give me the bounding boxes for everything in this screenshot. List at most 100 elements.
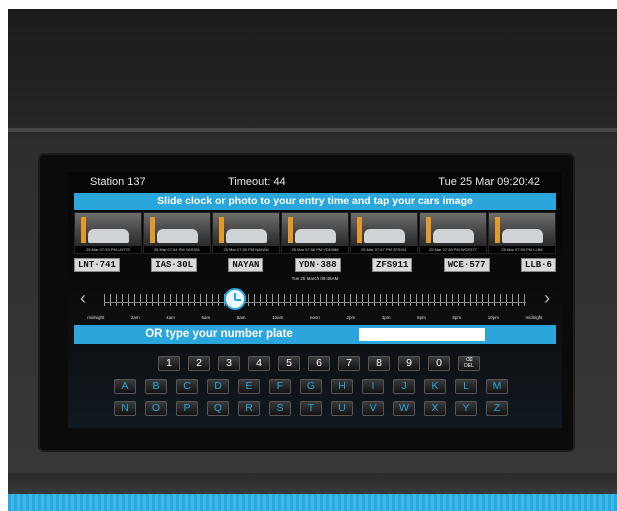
plate-thumbnail[interactable]: NAYAN — [228, 258, 264, 272]
station-label: Station 137 — [90, 176, 146, 188]
key-g[interactable]: G — [300, 379, 322, 394]
car-photo[interactable]: 25 Mar 07:54 PM YAS30L — [143, 212, 211, 254]
plate-thumbnail[interactable]: ZFS911 — [371, 258, 413, 272]
key-a[interactable]: A — [114, 379, 136, 394]
barrier-pole — [288, 217, 293, 243]
key-i[interactable]: I — [362, 379, 384, 394]
car-photo[interactable]: 25 Mar 07:57 PM ZFS911 — [350, 212, 418, 254]
photo-caption: 25 Mar 07:56 PM YDN388 — [282, 246, 348, 253]
key-d[interactable]: D — [207, 379, 229, 394]
hour-label: 6am — [201, 315, 211, 320]
plate-strip[interactable]: LNT·741 IAS·30L NAYAN YDN·388 ZFS911 WCE·577 L… — [74, 258, 556, 272]
car-shape — [88, 229, 130, 243]
kiosk-shelf — [8, 128, 617, 132]
key-6[interactable]: 6 — [308, 356, 330, 371]
time-slider[interactable]: ‹ › midnight 2am 4am 6am 8am 10am noon 2pm 4pm 6p… — [74, 282, 556, 322]
plate-entry-label: OR type your number plate — [145, 328, 293, 340]
timeline-axis — [104, 302, 526, 303]
car-shape — [364, 229, 406, 243]
hour-label: noon — [309, 315, 320, 320]
hour-label: 10pm — [487, 315, 499, 320]
plate-thumbnail[interactable]: LNT·741 — [74, 258, 120, 272]
hour-label: midnight — [87, 315, 105, 320]
barrier-pole — [357, 217, 362, 243]
key-0[interactable]: 0 — [428, 356, 450, 371]
kiosk-base — [8, 473, 617, 494]
kiosk-screen: Station 137 Timeout: 44 Tue 25 Mar 09:20… — [68, 172, 562, 428]
car-photo[interactable]: 25 Mar 07:53 PM LNT70 — [74, 212, 142, 254]
clock-icon[interactable] — [223, 288, 246, 310]
hour-label: 6pm — [417, 315, 426, 320]
key-9[interactable]: 9 — [398, 356, 420, 371]
chevron-right-icon[interactable]: › — [544, 288, 550, 309]
car-photo[interactable]: 25 Mar 07:55 PM NAYAN — [212, 212, 280, 254]
hour-label: 8pm — [452, 315, 462, 320]
key-v[interactable]: V — [362, 401, 384, 416]
hour-label: 4am — [166, 315, 175, 320]
hour-label: 8am — [236, 315, 246, 320]
photo-caption: 25 Mar 07:59 PM LLB6 — [489, 246, 555, 253]
plate-entry-bar: OR type your number plate — [74, 325, 556, 344]
key-1[interactable]: 1 — [158, 356, 180, 371]
key-2[interactable]: 2 — [188, 356, 210, 371]
plate-input[interactable] — [359, 328, 485, 341]
car-photo[interactable]: 25 Mar 07:59 PM LLB6 — [488, 212, 556, 254]
photo-caption: 25 Mar 07:55 PM NAYAN — [213, 246, 279, 253]
key-q[interactable]: Q — [207, 401, 229, 416]
plate-thumbnail[interactable]: WCE·577 — [443, 258, 490, 272]
key-p[interactable]: P — [176, 401, 198, 416]
key-w[interactable]: W — [393, 401, 415, 416]
car-photo[interactable]: 25 Mar 07:58 PM WCE577 — [419, 212, 487, 254]
car-shape — [157, 229, 199, 243]
key-j[interactable]: J — [393, 379, 415, 394]
instruction-banner: Slide clock or photo to your entry time … — [74, 193, 556, 210]
photo-caption: 25 Mar 07:54 PM YAS30L — [144, 246, 210, 253]
key-4[interactable]: 4 — [248, 356, 270, 371]
timeline-ticks — [104, 294, 526, 306]
delete-key[interactable]: ⌫ DEL — [458, 356, 480, 371]
chevron-left-icon[interactable]: ‹ — [80, 288, 86, 309]
key-z[interactable]: Z — [486, 401, 508, 416]
key-m[interactable]: M — [486, 379, 508, 394]
key-n[interactable]: N — [114, 401, 136, 416]
key-s[interactable]: S — [269, 401, 291, 416]
plate-thumbnail[interactable]: LLB·6 — [520, 258, 556, 272]
key-k[interactable]: K — [424, 379, 446, 394]
key-8[interactable]: 8 — [368, 356, 390, 371]
key-f[interactable]: F — [269, 379, 291, 394]
photo-caption: 25 Mar 07:53 PM LNT70 — [75, 246, 141, 253]
photo-caption: 25 Mar 07:58 PM WCE577 — [420, 246, 486, 253]
key-o[interactable]: O — [145, 401, 167, 416]
key-3[interactable]: 3 — [218, 356, 240, 371]
key-e[interactable]: E — [238, 379, 260, 394]
key-r[interactable]: R — [238, 401, 260, 416]
car-shape — [295, 229, 337, 243]
key-c[interactable]: C — [176, 379, 198, 394]
barrier-pole — [219, 217, 224, 243]
plate-thumbnail[interactable]: IAS·30L — [151, 258, 197, 272]
car-photo[interactable]: 25 Mar 07:56 PM YDN388 — [281, 212, 349, 254]
key-7[interactable]: 7 — [338, 356, 360, 371]
barrier-pole — [426, 217, 431, 243]
car-shape — [433, 229, 475, 243]
datetime-label: Tue 25 Mar 09:20:42 — [438, 176, 540, 188]
car-shape — [502, 229, 544, 243]
key-l[interactable]: L — [455, 379, 477, 394]
delete-key-label: DEL — [464, 363, 474, 369]
key-t[interactable]: T — [300, 401, 322, 416]
key-y[interactable]: Y — [455, 401, 477, 416]
hour-label: 4pm — [381, 315, 391, 320]
key-h[interactable]: H — [331, 379, 353, 394]
barrier-pole — [81, 217, 86, 243]
key-5[interactable]: 5 — [278, 356, 300, 371]
key-u[interactable]: U — [331, 401, 353, 416]
key-b[interactable]: B — [145, 379, 167, 394]
key-x[interactable]: X — [424, 401, 446, 416]
plate-thumbnail[interactable]: YDN·388 — [294, 258, 341, 272]
photo-caption: 25 Mar 07:57 PM ZFS911 — [351, 246, 417, 253]
barrier-pole — [495, 217, 500, 243]
timeline-date: Tue 25 March 09:46AM — [291, 276, 339, 281]
photo-strip[interactable]: 25 Mar 07:53 PM LNT70 25 Mar 07:54 PM YAS… — [74, 212, 556, 254]
hour-label: 2pm — [346, 315, 356, 320]
timeline-hour-labels: midnight 2am 4am 6am 8am 10am noon 2pm 4pm 6pm 8pm… — [74, 315, 556, 320]
